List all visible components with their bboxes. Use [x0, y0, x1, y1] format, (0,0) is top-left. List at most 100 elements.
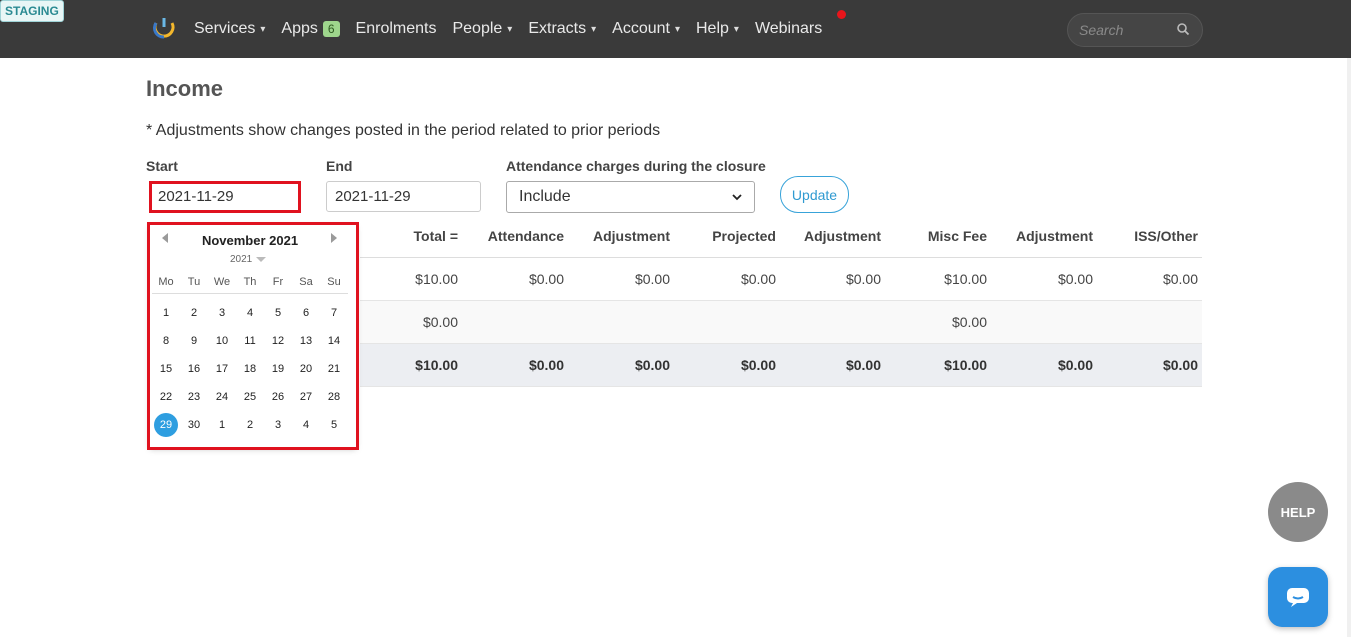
day-cell-selected[interactable]: 29: [152, 413, 180, 437]
column-header[interactable]: Misc Fee: [885, 216, 991, 258]
day-cell[interactable]: 30: [180, 419, 208, 431]
day-cell[interactable]: 2: [236, 419, 264, 431]
day-cell[interactable]: 24: [208, 391, 236, 403]
day-number: 1: [162, 307, 170, 319]
nav-item-label: Webinars: [754, 20, 823, 37]
nav-item-people[interactable]: People ▾: [452, 20, 512, 38]
day-cell[interactable]: 7: [320, 307, 348, 319]
closure-charges-select[interactable]: Include: [506, 181, 755, 213]
day-cell[interactable]: 6: [292, 307, 320, 319]
day-cell[interactable]: 5: [264, 307, 292, 319]
day-cell[interactable]: 19: [264, 363, 292, 375]
start-input-highlight: [149, 181, 301, 213]
table-cell: $10.00: [360, 343, 462, 387]
page-scrollbar[interactable]: [1347, 58, 1351, 637]
help-button[interactable]: HELP: [1268, 482, 1328, 542]
day-cell[interactable]: 12: [264, 335, 292, 347]
day-number: 10: [215, 335, 229, 347]
table-cell: [674, 300, 780, 344]
day-cell[interactable]: 15: [152, 363, 180, 375]
day-cell[interactable]: 2: [180, 307, 208, 319]
weekday-label: Fr: [272, 275, 284, 288]
chat-icon: [1287, 588, 1309, 607]
table-cell: $0.00: [991, 257, 1097, 301]
chat-button[interactable]: [1268, 567, 1328, 627]
day-cell[interactable]: 10: [208, 335, 236, 347]
day-cell[interactable]: 1: [208, 419, 236, 431]
week-row: 22 23 24 25 26 27 28: [152, 383, 348, 411]
day-cell[interactable]: 9: [180, 335, 208, 347]
dropdown-caret-icon: ▾: [674, 23, 680, 35]
day-cell[interactable]: 25: [236, 391, 264, 403]
day-cell[interactable]: 4: [292, 419, 320, 431]
caret-down-icon: [256, 257, 267, 262]
nav-item-help[interactable]: Help ▾: [696, 20, 739, 38]
nav-item-label: People: [452, 20, 503, 37]
column-header[interactable]: Adjustment: [780, 216, 885, 258]
week-row: 8 9 10 11 12 13 14: [152, 327, 348, 355]
day-cell[interactable]: 13: [292, 335, 320, 347]
day-cell[interactable]: 8: [152, 335, 180, 347]
day-cell[interactable]: 5: [320, 419, 348, 431]
table-cell: [568, 300, 674, 344]
day-cell[interactable]: 16: [180, 363, 208, 375]
week-row: 15 16 17 18 19 20 21: [152, 355, 348, 383]
column-header[interactable]: Attendance: [462, 216, 568, 258]
app-logo-icon[interactable]: [151, 15, 177, 41]
column-header[interactable]: ISS/Other: [1097, 216, 1202, 258]
day-cell[interactable]: 22: [152, 391, 180, 403]
table-cell: $0.00: [780, 343, 885, 387]
datepicker-year-select[interactable]: 2021: [230, 254, 267, 265]
day-cell[interactable]: 28: [320, 391, 348, 403]
next-month-icon[interactable]: [331, 233, 337, 243]
day-cell[interactable]: 18: [236, 363, 264, 375]
table-cell: $0.00: [885, 300, 991, 344]
day-number: 18: [243, 363, 257, 375]
nav-item-label: Apps: [281, 20, 318, 37]
day-cell[interactable]: 14: [320, 335, 348, 347]
day-cell[interactable]: 20: [292, 363, 320, 375]
day-cell[interactable]: 3: [208, 307, 236, 319]
nav-item-webinars[interactable]: Webinars: [755, 20, 822, 38]
day-cell[interactable]: 1: [152, 307, 180, 319]
day-number: 2: [246, 419, 254, 431]
day-number: 2: [190, 307, 198, 319]
nav-item-extracts[interactable]: Extracts ▾: [528, 20, 596, 38]
day-number: 9: [190, 335, 198, 347]
day-cell[interactable]: 23: [180, 391, 208, 403]
search-box[interactable]: [1067, 13, 1203, 47]
day-number: 20: [299, 363, 313, 375]
day-number: 5: [330, 419, 338, 431]
day-cell[interactable]: 27: [292, 391, 320, 403]
search-icon[interactable]: [1176, 22, 1190, 36]
day-number: 26: [271, 391, 285, 403]
nav-item-enrolments[interactable]: Enrolments: [356, 20, 437, 38]
day-cell[interactable]: 11: [236, 335, 264, 347]
datepicker-month-title: November 2021: [201, 233, 299, 248]
table-cell: $10.00: [360, 257, 462, 301]
update-button[interactable]: Update: [780, 176, 849, 213]
table-cell: $0.00: [1097, 257, 1202, 301]
search-input[interactable]: [1079, 22, 1179, 38]
table-cell: [780, 300, 885, 344]
day-cell[interactable]: 17: [208, 363, 236, 375]
day-cell[interactable]: 4: [236, 307, 264, 319]
staging-badge: STAGING: [0, 0, 64, 22]
day-number: 16: [187, 363, 201, 375]
nav-item-services[interactable]: Services ▾: [194, 20, 265, 38]
table-row: $0.00 $0.00: [360, 300, 1202, 344]
day-cell[interactable]: 3: [264, 419, 292, 431]
column-header[interactable]: Adjustment: [568, 216, 674, 258]
nav-item-apps[interactable]: Apps 6: [281, 20, 340, 38]
nav-item-account[interactable]: Account ▾: [612, 20, 680, 38]
table-cell: $10.00: [885, 343, 991, 387]
weekday-label: Tu: [187, 275, 201, 288]
end-date-input[interactable]: [326, 181, 481, 212]
day-cell[interactable]: 21: [320, 363, 348, 375]
column-header[interactable]: Adjustment: [991, 216, 1097, 258]
column-header[interactable]: Projected: [674, 216, 780, 258]
dropdown-caret-icon: ▾: [591, 23, 597, 35]
day-number: 11: [244, 335, 256, 347]
column-header[interactable]: Total =: [360, 216, 462, 258]
day-cell[interactable]: 26: [264, 391, 292, 403]
